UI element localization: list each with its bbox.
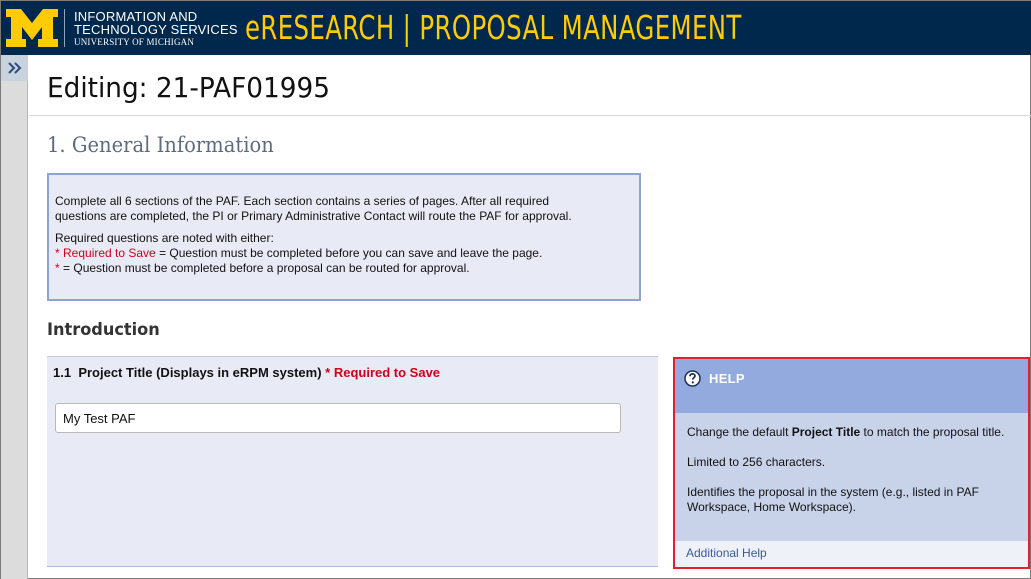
university-name: UNIVERSITY OF MICHIGAN bbox=[74, 37, 195, 47]
required-to-route-text: = Question must be completed before a pr… bbox=[63, 261, 470, 275]
section-heading: 1. General Information bbox=[47, 133, 274, 157]
required-to-save-marker: * Required to Save bbox=[325, 365, 441, 380]
double-chevron-right-icon[interactable] bbox=[1, 55, 28, 81]
instructions-line2: questions are completed, the PI or Prima… bbox=[55, 209, 572, 223]
left-sidebar bbox=[1, 55, 28, 579]
instructions-box: Complete all 6 sections of the PAF. Each… bbox=[47, 173, 641, 301]
additional-help-link[interactable]: Additional Help bbox=[686, 546, 767, 561]
page-title: Editing: 21-PAF01995 bbox=[47, 71, 330, 104]
title-divider bbox=[29, 115, 1031, 116]
required-to-save-marker: * Required to Save bbox=[55, 246, 156, 260]
help-body: Change the default Project Title to matc… bbox=[687, 425, 1022, 530]
its-name-line2: TECHNOLOGY SERVICES bbox=[74, 22, 238, 37]
required-to-route-legend: * = Question must be completed before a … bbox=[55, 261, 633, 276]
logo-divider bbox=[64, 9, 65, 47]
instructions-line3: Required questions are noted with either… bbox=[55, 231, 274, 245]
project-title-input[interactable] bbox=[55, 403, 621, 433]
required-to-route-marker: * bbox=[55, 261, 64, 275]
introduction-heading: Introduction bbox=[47, 320, 160, 340]
help-panel: HELP Change the default Project Title to… bbox=[673, 357, 1030, 569]
required-to-save-text: = Question must be completed before you … bbox=[155, 246, 543, 260]
help-footer: Additional Help bbox=[675, 541, 1028, 567]
help-header: HELP bbox=[675, 359, 1028, 413]
instructions-line1: Complete all 6 sections of the PAF. Each… bbox=[55, 194, 550, 208]
question-circle-icon bbox=[684, 370, 701, 387]
app-title[interactable]: eRESEARCH | PROPOSAL MANAGEMENT bbox=[245, 8, 742, 48]
help-title: HELP bbox=[709, 371, 745, 386]
help-paragraph: Change the default Project Title to matc… bbox=[687, 425, 1005, 439]
question-panel: 1.1 Project Title (Displays in eRPM syst… bbox=[47, 356, 658, 567]
question-text: Project Title (Displays in eRPM system) bbox=[78, 365, 322, 380]
required-to-save-legend: * Required to Save = Question must be co… bbox=[55, 246, 633, 261]
help-paragraph: Identifies the proposal in the system (e… bbox=[687, 485, 979, 514]
app-header: INFORMATION AND TECHNOLOGY SERVICES UNIV… bbox=[1, 1, 1031, 55]
question-label: 1.1 Project Title (Displays in eRPM syst… bbox=[53, 365, 440, 381]
help-bold-term: Project Title bbox=[791, 425, 861, 439]
university-m-logo[interactable] bbox=[6, 9, 58, 47]
help-paragraph: Limited to 256 characters. bbox=[687, 455, 826, 469]
question-number: 1.1 bbox=[53, 365, 72, 380]
